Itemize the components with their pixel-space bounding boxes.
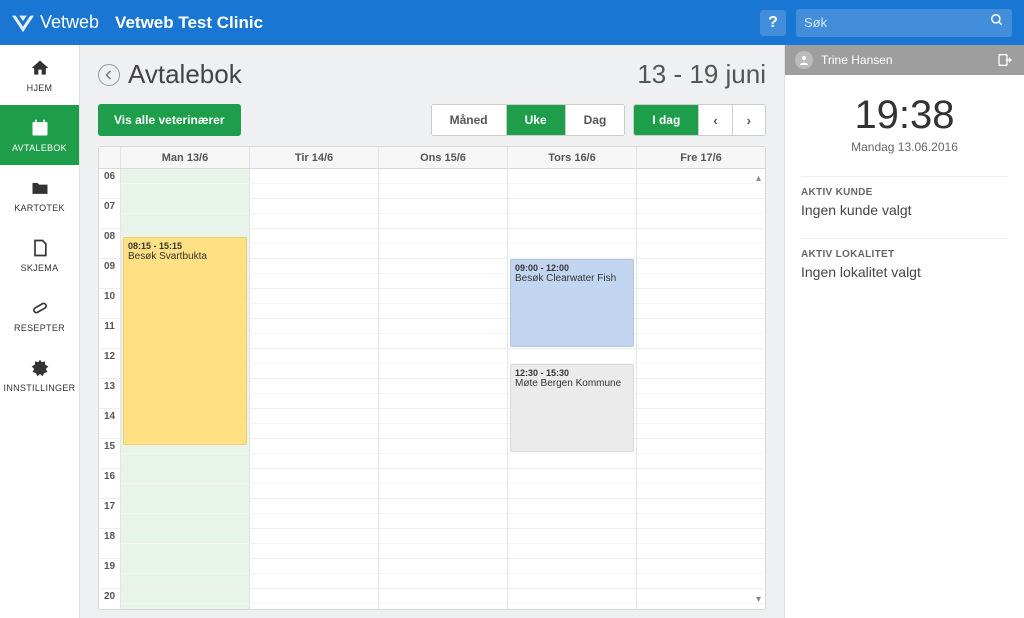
right-panel: Trine Hansen 19:38 Mandag 13.06.2016 AKT… [784, 45, 1024, 618]
active-location-value: Ingen lokalitet valgt [801, 264, 1008, 280]
user-name: Trine Hansen [821, 53, 893, 67]
logout-icon [997, 52, 1013, 68]
time-slot: 11 [99, 319, 120, 349]
event-title: Besøk Clearwater Fish [515, 273, 629, 284]
brand-text: Vetweb [40, 12, 99, 33]
clock: 19:38 Mandag 13.06.2016 [785, 75, 1024, 166]
form-icon [29, 237, 51, 259]
time-slot: 10 [99, 289, 120, 319]
chevron-right-icon: › [747, 113, 751, 128]
user-icon [795, 51, 813, 69]
time-slot: 09 [99, 259, 120, 289]
help-icon: ? [768, 14, 778, 32]
prev-button[interactable]: ‹ [699, 105, 732, 135]
back-button[interactable] [98, 64, 120, 86]
time-slot: 19 [99, 559, 120, 589]
sidebar: HJEM AVTALEBOK KARTOTEK SKJEMA RESEPTER … [0, 45, 80, 618]
view-month-button[interactable]: Måned [432, 105, 507, 135]
event-time: 09:00 - 12:00 [515, 263, 629, 273]
day-column[interactable] [379, 169, 508, 609]
calendar-icon [29, 117, 51, 139]
chevron-left-icon [103, 69, 115, 81]
sidebar-item-label: HJEM [27, 83, 53, 93]
clock-date: Mandag 13.06.2016 [785, 140, 1024, 154]
date-nav: I dag ‹ › [633, 104, 766, 136]
calendar-body-scroll[interactable]: ▴ 060708091011121314151617181920 08:15 -… [99, 169, 765, 609]
active-customer-label: AKTIV KUNDE [801, 187, 1008, 198]
clinic-name: Vetweb Test Clinic [115, 13, 263, 33]
day-column[interactable] [637, 169, 765, 609]
time-slot: 14 [99, 409, 120, 439]
calendar: Man 13/6 Tir 14/6 Ons 15/6 Tors 16/6 Fre… [98, 146, 766, 610]
toolbar: Vis alle veterinærer Måned Uke Dag I dag… [98, 104, 766, 136]
user-bar: Trine Hansen [785, 45, 1024, 75]
calendar-event[interactable]: 08:15 - 15:15Besøk Svartbukta [123, 237, 247, 445]
logout-button[interactable] [996, 51, 1014, 69]
folder-icon [29, 177, 51, 199]
help-button[interactable]: ? [760, 10, 786, 36]
show-all-vets-button[interactable]: Vis alle veterinærer [98, 104, 241, 136]
time-slot: 08 [99, 229, 120, 259]
search-input[interactable] [804, 15, 990, 30]
view-week-button[interactable]: Uke [507, 105, 566, 135]
sidebar-item-resepter[interactable]: RESEPTER [0, 285, 79, 345]
time-slot: 16 [99, 469, 120, 499]
day-column[interactable]: 08:15 - 15:15Besøk Svartbukta [121, 169, 250, 609]
time-slot: 15 [99, 439, 120, 469]
topbar: Vetweb Vetweb Test Clinic ? [0, 0, 1024, 45]
sidebar-item-skjema[interactable]: SKJEMA [0, 225, 79, 285]
active-location-label: AKTIV LOKALITET [801, 249, 1008, 260]
page-header: Avtalebok 13 - 19 juni [98, 59, 766, 90]
event-time: 12:30 - 15:30 [515, 368, 629, 378]
day-header: Ons 15/6 [379, 147, 508, 168]
day-header: Tors 16/6 [508, 147, 637, 168]
time-slot: 18 [99, 529, 120, 559]
clock-time: 19:38 [785, 93, 1024, 138]
day-header: Fre 17/6 [637, 147, 765, 168]
today-button[interactable]: I dag [634, 105, 699, 135]
search-box[interactable] [796, 9, 1012, 37]
sidebar-item-kartotek[interactable]: KARTOTEK [0, 165, 79, 225]
home-icon [29, 57, 51, 79]
day-column[interactable] [250, 169, 379, 609]
time-slot: 13 [99, 379, 120, 409]
logo-icon [12, 12, 34, 34]
search-icon [990, 13, 1004, 32]
chevron-left-icon: ‹ [713, 113, 717, 128]
event-title: Besøk Svartbukta [128, 251, 242, 262]
sidebar-item-label: SKJEMA [21, 263, 59, 273]
view-switcher: Måned Uke Dag [431, 104, 626, 136]
day-header: Man 13/6 [121, 147, 250, 168]
date-range: 13 - 19 juni [637, 59, 766, 90]
day-column[interactable]: 09:00 - 12:00Besøk Clearwater Fish 12:30 … [508, 169, 637, 609]
sidebar-item-label: RESEPTER [14, 323, 65, 333]
event-time: 08:15 - 15:15 [128, 241, 242, 251]
sidebar-item-label: INNSTILLINGER [4, 383, 76, 393]
next-button[interactable]: › [733, 105, 765, 135]
event-title: Møte Bergen Kommune [515, 378, 629, 389]
time-slot: 06 [99, 169, 120, 199]
active-customer-value: Ingen kunde valgt [801, 202, 1008, 218]
sidebar-item-avtalebok[interactable]: AVTALEBOK [0, 105, 79, 165]
time-slot: 07 [99, 199, 120, 229]
calendar-event[interactable]: 12:30 - 15:30Møte Bergen Kommune [510, 364, 634, 452]
logo[interactable]: Vetweb [12, 12, 99, 34]
calendar-event[interactable]: 09:00 - 12:00Besøk Clearwater Fish [510, 259, 634, 347]
sidebar-item-innstillinger[interactable]: INNSTILLINGER [0, 345, 79, 405]
time-slot: 17 [99, 499, 120, 529]
time-slot: 20 [99, 589, 120, 609]
gear-icon [29, 357, 51, 379]
main-content: Avtalebok 13 - 19 juni Vis alle veterinæ… [80, 45, 784, 618]
view-day-button[interactable]: Dag [566, 105, 625, 135]
sidebar-item-home[interactable]: HJEM [0, 45, 79, 105]
calendar-header-row: Man 13/6 Tir 14/6 Ons 15/6 Tors 16/6 Fre… [99, 147, 765, 169]
page-title: Avtalebok [128, 59, 242, 90]
pill-icon [29, 297, 51, 319]
sidebar-item-label: KARTOTEK [14, 203, 65, 213]
sidebar-item-label: AVTALEBOK [12, 143, 67, 153]
day-header: Tir 14/6 [250, 147, 379, 168]
time-slot: 12 [99, 349, 120, 379]
